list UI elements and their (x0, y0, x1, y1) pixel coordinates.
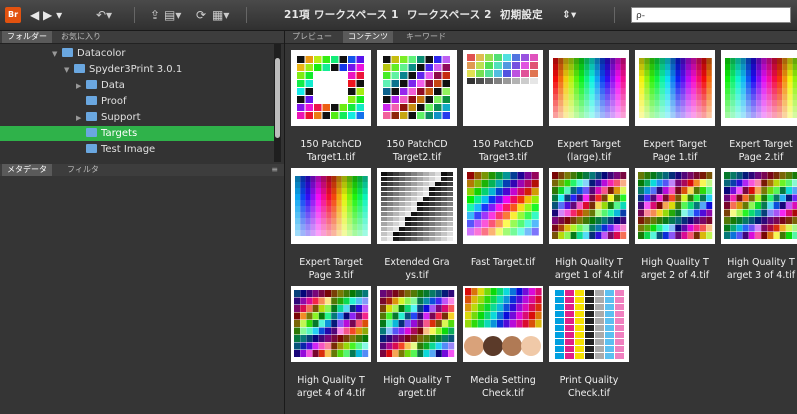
thumbnail-image[interactable] (291, 50, 371, 126)
left-panel: フォルダー お気に入り ▼ Datacolor ▼ Spyder3Print 3.0… (0, 31, 285, 414)
thumbnail-image[interactable] (463, 168, 543, 244)
tree-item-targets[interactable]: Targets (0, 126, 274, 141)
tab-filter[interactable]: フィルタ (62, 164, 104, 176)
thumbnail-image[interactable] (377, 50, 457, 126)
folder-icon (86, 96, 97, 105)
thumbnail-item[interactable]: Fast Target.tif (460, 164, 546, 284)
thumbnail-filename: Fast Target.tif (470, 257, 536, 268)
thumbnail-image[interactable] (291, 286, 371, 362)
tab-content[interactable]: コンテンツ (343, 31, 393, 43)
thumbnail-filename: High Quality Target 4 of 4.tif (296, 375, 366, 399)
items-count: 21項 (284, 9, 310, 21)
panel-menu-icon[interactable]: ≡ (271, 164, 278, 176)
thumbnail-item[interactable]: Extended Gra ys.tif (374, 164, 460, 284)
thumbnail-item[interactable]: Media Setting Check.tif (460, 282, 546, 402)
thumbnail-item[interactable]: High Quality Target.tif (374, 282, 460, 402)
thumbnail-image[interactable] (549, 168, 629, 244)
workspace-menu-icon[interactable]: ⇕▾ (562, 0, 576, 30)
thumbnail-filename: Expert Target Page 3.tif (299, 257, 363, 281)
thumbnail-item[interactable]: High Quality Target 4 of 4.tif (288, 282, 374, 402)
thumbnail-filename: Expert Target Page 2.tif (729, 139, 793, 163)
tab-metadata[interactable]: メタデータ (2, 164, 52, 176)
workspace-1-tab[interactable]: ワークスペース 1 (314, 0, 399, 30)
expand-triangle-icon[interactable]: ▶ (76, 79, 86, 94)
toolbar: Br ◀ ▶ ▾ ↶▾ ⇪ ▤▾ ⟳ ▦▾ 21項 ワークスペース 1 ワークス… (0, 0, 797, 31)
thumbnail-filename: Expert Target (large).tif (557, 139, 621, 163)
get-photos-icon[interactable]: ⇪ (150, 0, 160, 30)
search-input[interactable]: ρ- (631, 7, 791, 23)
folder-icon (86, 112, 97, 121)
thumbnail-filename: High Quality Target.tif (383, 375, 451, 399)
thumbnail-image[interactable] (377, 168, 457, 244)
refine-icon[interactable]: ▤▾ (164, 0, 181, 30)
recent-folder-icon[interactable]: ↶▾ (96, 0, 112, 30)
tab-folders[interactable]: フォルダー (2, 31, 52, 43)
thumbnail-image[interactable] (291, 168, 371, 244)
thumbnail-item[interactable]: High Quality Target 2 of 4.tif (632, 164, 718, 284)
folder-tree: ▼ Datacolor ▼ Spyder3Print 3.0.1 ▶ Data Pro… (0, 44, 284, 164)
workspace-2-tab[interactable]: ワークスペース 2 (407, 0, 492, 30)
folder-icon (62, 48, 73, 57)
folder-icon (86, 80, 97, 89)
expand-triangle-icon[interactable]: ▼ (52, 47, 62, 62)
metadata-panel (0, 176, 284, 414)
thumbnail-image[interactable] (549, 286, 629, 362)
thumbnail-item[interactable]: 150 PatchCD Target2.tif (374, 46, 460, 166)
content-panel: プレビュー コンテンツ キーワード 150 PatchCD Target1.tif… (285, 31, 797, 414)
bridge-app-icon[interactable]: Br (5, 7, 21, 23)
tab-preview[interactable]: プレビュー (287, 31, 337, 43)
tree-scrollbar[interactable] (274, 44, 281, 162)
thumbnail-item[interactable]: High Quality Target 3 of 4.tif (718, 164, 797, 284)
thumbnail-image[interactable] (635, 168, 715, 244)
thumbnail-image[interactable] (721, 50, 797, 126)
folder-icon (74, 64, 85, 73)
tab-keywords[interactable]: キーワード (401, 31, 451, 43)
thumbnail-image[interactable] (635, 50, 715, 126)
initial-settings-tab[interactable]: 初期設定 (500, 0, 543, 30)
thumbnail-item[interactable]: Expert Target Page 1.tif (632, 46, 718, 166)
scrollbar-thumb[interactable] (275, 58, 280, 138)
thumbnail-item[interactable]: High Quality Target 1 of 4.tif (546, 164, 632, 284)
output-icon[interactable]: ▦▾ (212, 0, 229, 30)
back-forward-icon[interactable]: ◀ ▶ ▾ (30, 0, 62, 30)
thumbnail-filename: 150 PatchCD Target3.tif (472, 139, 534, 163)
thumbnail-filename: 150 PatchCD Target2.tif (386, 139, 448, 163)
folder-tabs: フォルダー お気に入り (0, 31, 284, 44)
thumbnail-filename: High Quality Target 1 of 4.tif (554, 257, 624, 281)
thumbnail-filename: 150 PatchCD Target1.tif (300, 139, 362, 163)
thumbnail-item[interactable]: Print Quality Check.tif (546, 282, 632, 402)
thumbnail-filename: Print Quality Check.tif (559, 375, 619, 399)
expand-triangle-icon[interactable]: ▶ (76, 111, 86, 126)
thumbnail-filename: Extended Gra ys.tif (384, 257, 450, 281)
content-tabs: プレビュー コンテンツ キーワード (285, 31, 797, 44)
expand-triangle-icon[interactable]: ▼ (64, 63, 74, 78)
thumbnail-image[interactable] (377, 286, 457, 362)
thumbnail-image[interactable] (721, 168, 797, 244)
folder-icon (86, 128, 97, 137)
thumbnail-image[interactable] (463, 286, 543, 362)
rotate-icon[interactable]: ⟳ (196, 0, 206, 30)
folder-icon (86, 144, 97, 153)
thumbnail-item[interactable]: Expert Target Page 2.tif (718, 46, 797, 166)
thumbnail-filename: Media Setting Check.tif (470, 375, 536, 399)
thumbnail-image[interactable] (463, 50, 543, 126)
thumbnail-item[interactable]: Expert Target Page 3.tif (288, 164, 374, 284)
thumbnail-item[interactable]: 150 PatchCD Target1.tif (288, 46, 374, 166)
thumbnail-filename: Expert Target Page 1.tif (643, 139, 707, 163)
thumbnail-grid: 150 PatchCD Target1.tif 150 PatchCD Target2… (285, 44, 797, 414)
tab-favorites[interactable]: お気に入り (56, 31, 106, 43)
thumbnail-filename: High Quality Target 2 of 4.tif (640, 257, 710, 281)
thumbnail-filename: High Quality Target 3 of 4.tif (726, 257, 796, 281)
thumbnail-item[interactable]: 150 PatchCD Target3.tif (460, 46, 546, 166)
thumbnail-image[interactable] (549, 50, 629, 126)
thumbnail-item[interactable]: Expert Target (large).tif (546, 46, 632, 166)
